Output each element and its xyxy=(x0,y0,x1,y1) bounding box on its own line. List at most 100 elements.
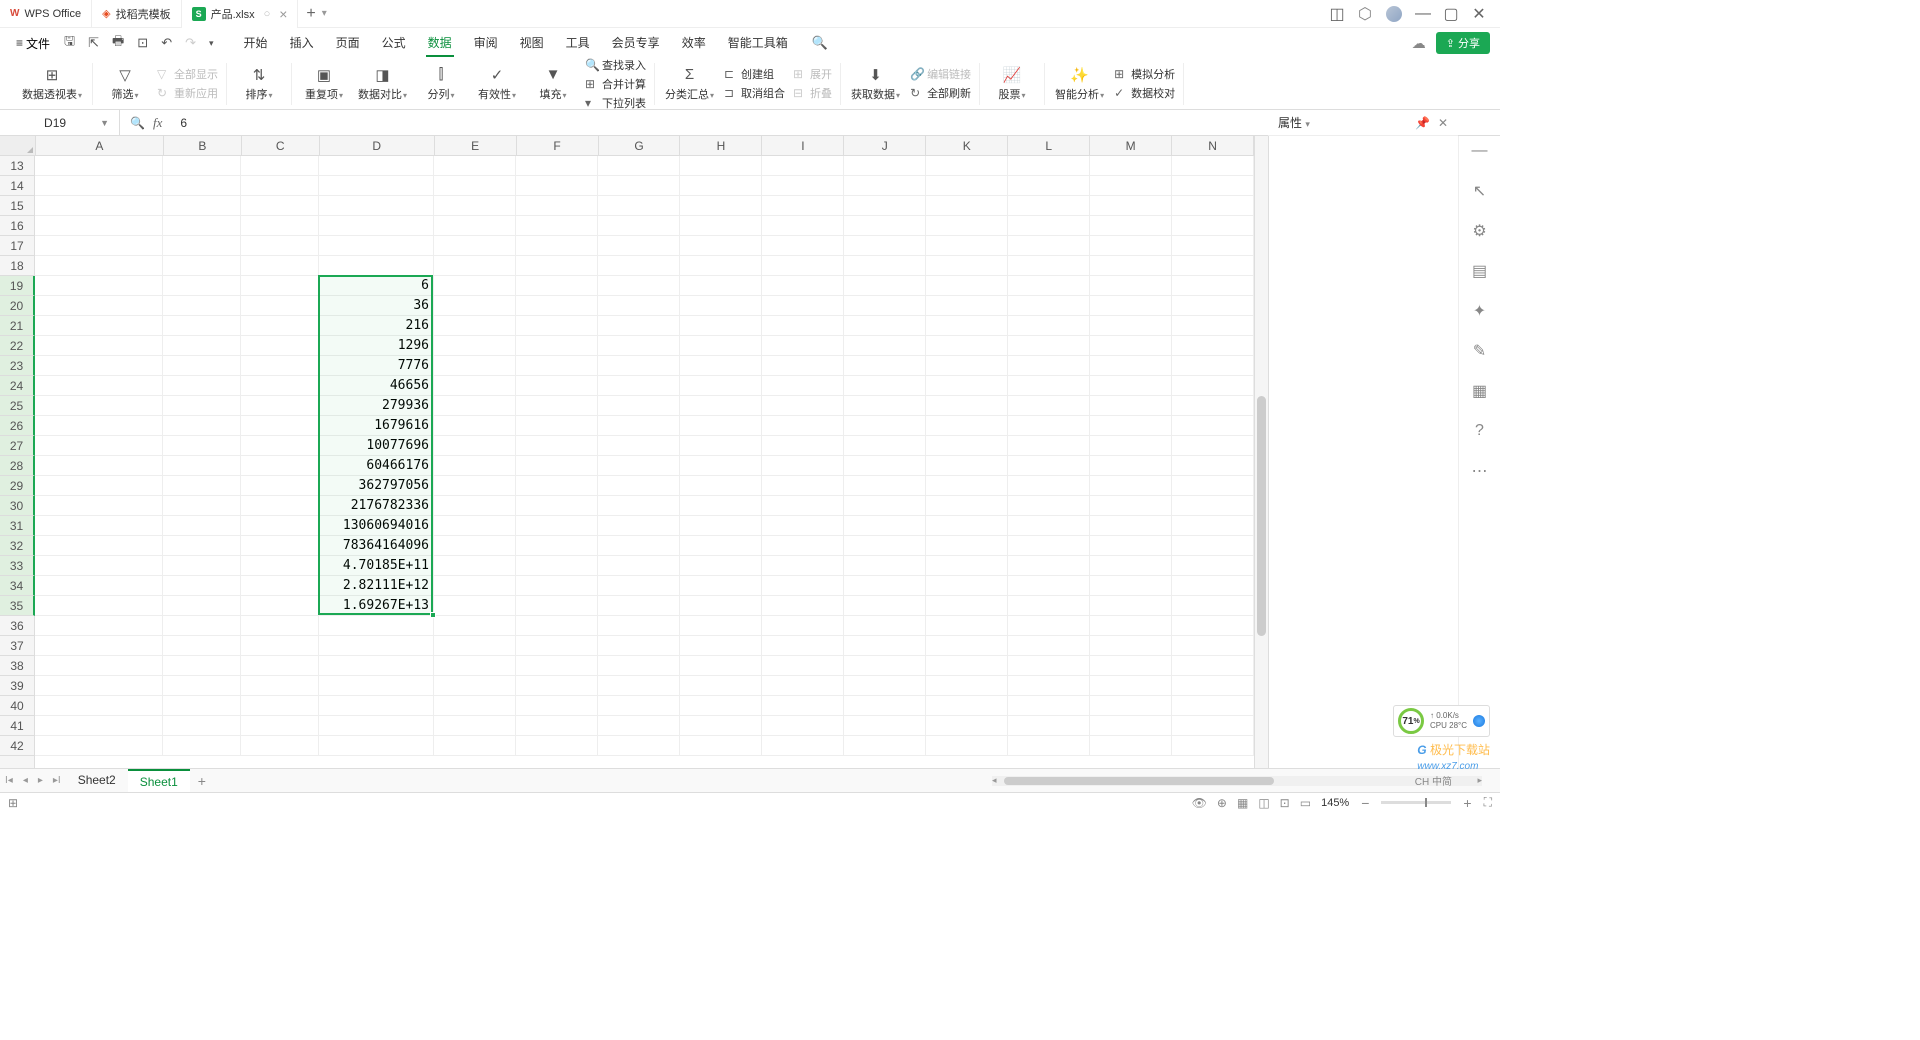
cell-N37[interactable] xyxy=(1172,636,1254,656)
ribbon-compare[interactable]: ◨数据对比▾ xyxy=(356,66,409,102)
cell-K42[interactable] xyxy=(926,736,1008,756)
layout-tool-icon[interactable]: ▤ xyxy=(1471,262,1489,280)
cell-J31[interactable] xyxy=(844,516,926,536)
cell-N19[interactable] xyxy=(1172,276,1254,296)
cell-E37[interactable] xyxy=(434,636,516,656)
cell-F30[interactable] xyxy=(516,496,598,516)
cell-A31[interactable] xyxy=(35,516,163,536)
cell-D40[interactable] xyxy=(319,696,434,716)
menu-tab-开始[interactable]: 开始 xyxy=(242,30,270,57)
cell-E16[interactable] xyxy=(434,216,516,236)
cell-K39[interactable] xyxy=(926,676,1008,696)
cell-I35[interactable] xyxy=(762,596,844,616)
cell-D13[interactable] xyxy=(319,156,434,176)
cell-B42[interactable] xyxy=(163,736,241,756)
ribbon-split[interactable]: ⫿分列▾ xyxy=(417,66,465,102)
cell-B20[interactable] xyxy=(163,296,241,316)
menu-tab-页面[interactable]: 页面 xyxy=(334,30,362,57)
row-header-27[interactable]: 27 xyxy=(0,436,35,456)
cell-B16[interactable] xyxy=(163,216,241,236)
row-header-18[interactable]: 18 xyxy=(0,256,34,276)
cell-K26[interactable] xyxy=(926,416,1008,436)
cell-M18[interactable] xyxy=(1090,256,1172,276)
cell-B15[interactable] xyxy=(163,196,241,216)
tab-menu-icon[interactable]: ▾ xyxy=(322,8,327,19)
cell-K19[interactable] xyxy=(926,276,1008,296)
row-header-35[interactable]: 35 xyxy=(0,596,35,616)
cell-E30[interactable] xyxy=(434,496,516,516)
maximize-icon[interactable]: ▢ xyxy=(1444,7,1458,21)
cell-F18[interactable] xyxy=(516,256,598,276)
cell-E24[interactable] xyxy=(434,376,516,396)
cell-F27[interactable] xyxy=(516,436,598,456)
cell-B21[interactable] xyxy=(163,316,241,336)
ribbon-dup[interactable]: ▣重复项▾ xyxy=(300,66,348,102)
cell-E17[interactable] xyxy=(434,236,516,256)
cell-K29[interactable] xyxy=(926,476,1008,496)
name-box[interactable]: D19 ▼ xyxy=(0,110,120,135)
row-header-19[interactable]: 19 xyxy=(0,276,35,296)
cell-H29[interactable] xyxy=(680,476,762,496)
row-header-36[interactable]: 36 xyxy=(0,616,34,636)
cell-F20[interactable] xyxy=(516,296,598,316)
cell-L39[interactable] xyxy=(1008,676,1090,696)
cell-J30[interactable] xyxy=(844,496,926,516)
cell-J24[interactable] xyxy=(844,376,926,396)
cell-A26[interactable] xyxy=(35,416,163,436)
cell-H24[interactable] xyxy=(680,376,762,396)
cell-J38[interactable] xyxy=(844,656,926,676)
cell-B39[interactable] xyxy=(163,676,241,696)
zoom-slider[interactable] xyxy=(1381,801,1451,804)
cell-F21[interactable] xyxy=(516,316,598,336)
ribbon-stock[interactable]: 📈股票▾ xyxy=(988,66,1036,102)
cell-L25[interactable] xyxy=(1008,396,1090,416)
cell-D39[interactable] xyxy=(319,676,434,696)
row-header-38[interactable]: 38 xyxy=(0,656,34,676)
style-tool-icon[interactable]: ✎ xyxy=(1471,342,1489,360)
cell-D35[interactable]: 1.69267E+13 xyxy=(319,596,434,616)
cell-C37[interactable] xyxy=(241,636,319,656)
cell-B25[interactable] xyxy=(163,396,241,416)
cell-M23[interactable] xyxy=(1090,356,1172,376)
cell-G42[interactable] xyxy=(598,736,680,756)
cell-K32[interactable] xyxy=(926,536,1008,556)
cell-H40[interactable] xyxy=(680,696,762,716)
cell-H26[interactable] xyxy=(680,416,762,436)
cell-D27[interactable]: 10077696 xyxy=(319,436,434,456)
row-header-16[interactable]: 16 xyxy=(0,216,34,236)
cell-N35[interactable] xyxy=(1172,596,1254,616)
cloud-icon[interactable]: ☁ xyxy=(1412,35,1426,52)
new-tab-button[interactable]: + xyxy=(306,5,315,23)
cell-K15[interactable] xyxy=(926,196,1008,216)
cell-L42[interactable] xyxy=(1008,736,1090,756)
cell-B38[interactable] xyxy=(163,656,241,676)
cell-J21[interactable] xyxy=(844,316,926,336)
cell-E26[interactable] xyxy=(434,416,516,436)
cell-D41[interactable] xyxy=(319,716,434,736)
cell-N38[interactable] xyxy=(1172,656,1254,676)
row-header-37[interactable]: 37 xyxy=(0,636,34,656)
cell-K16[interactable] xyxy=(926,216,1008,236)
menu-tab-工具[interactable]: 工具 xyxy=(564,30,592,57)
doc-tab-template[interactable]: ◈ 找稻壳模板 xyxy=(92,0,181,28)
cell-F35[interactable] xyxy=(516,596,598,616)
cell-D14[interactable] xyxy=(319,176,434,196)
col-header-D[interactable]: D xyxy=(320,136,435,155)
cell-K36[interactable] xyxy=(926,616,1008,636)
col-header-M[interactable]: M xyxy=(1090,136,1172,155)
cell-J34[interactable] xyxy=(844,576,926,596)
cell-H32[interactable] xyxy=(680,536,762,556)
cell-D37[interactable] xyxy=(319,636,434,656)
cell-M19[interactable] xyxy=(1090,276,1172,296)
export-icon[interactable]: ⇱ xyxy=(83,32,104,54)
cell-M15[interactable] xyxy=(1090,196,1172,216)
cell-H34[interactable] xyxy=(680,576,762,596)
menu-tab-审阅[interactable]: 审阅 xyxy=(472,30,500,57)
cell-H28[interactable] xyxy=(680,456,762,476)
row-header-41[interactable]: 41 xyxy=(0,716,34,736)
close-panel-icon[interactable]: ✕ xyxy=(1438,116,1448,130)
cell-F41[interactable] xyxy=(516,716,598,736)
ribbon-getdata[interactable]: ⬇获取数据▾ xyxy=(849,66,902,102)
cell-B17[interactable] xyxy=(163,236,241,256)
cell-K35[interactable] xyxy=(926,596,1008,616)
